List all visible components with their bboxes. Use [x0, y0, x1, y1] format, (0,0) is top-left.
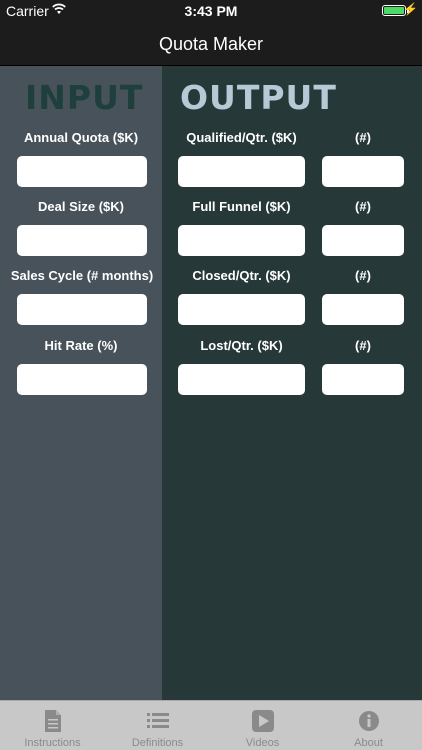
- tab-definitions-label: Definitions: [131, 737, 184, 749]
- sales-cycle-input[interactable]: [17, 294, 147, 325]
- closed-value-field[interactable]: [178, 294, 305, 325]
- closed-count-field[interactable]: [322, 294, 404, 325]
- qualified-count-label: (#): [355, 130, 371, 145]
- list-icon: [147, 713, 169, 728]
- info-icon: [359, 711, 379, 731]
- deal-size-label: Deal Size ($K): [38, 199, 124, 214]
- sales-cycle-label: Sales Cycle (# months): [10, 268, 154, 283]
- closed-count-label: (#): [355, 268, 371, 283]
- nav-bar: Quota Maker: [0, 22, 422, 66]
- page-title: Quota Maker: [158, 34, 264, 54]
- annual-quota-input[interactable]: [17, 156, 147, 187]
- tab-instructions[interactable]: Instructions: [0, 701, 105, 750]
- tab-bar: Instructions Definitions Videos About: [0, 700, 422, 750]
- status-bar: Carrier 3:43 PM ⚡: [0, 0, 422, 22]
- hit-rate-input[interactable]: [17, 364, 147, 395]
- tab-definitions[interactable]: Definitions: [105, 701, 210, 750]
- qualified-count-field[interactable]: [322, 156, 404, 187]
- tab-about-label: About: [354, 737, 383, 749]
- qualified-value-field[interactable]: [178, 156, 305, 187]
- output-heading: OUTPUT: [180, 78, 337, 117]
- lost-count-field[interactable]: [322, 364, 404, 395]
- closed-label: Closed/Qtr. ($K): [192, 268, 291, 283]
- full-funnel-count-field[interactable]: [322, 225, 404, 256]
- lost-label: Lost/Qtr. ($K): [200, 338, 283, 353]
- clock: 3:43 PM: [184, 3, 238, 19]
- full-funnel-label: Full Funnel ($K): [192, 199, 291, 214]
- full-funnel-value-field[interactable]: [178, 225, 305, 256]
- deal-size-input[interactable]: [17, 225, 147, 256]
- lost-value-field[interactable]: [178, 364, 305, 395]
- annual-quota-label: Annual Quota ($K): [23, 130, 139, 145]
- lost-count-label: (#): [355, 338, 371, 353]
- qualified-label: Qualified/Qtr. ($K): [186, 130, 297, 145]
- full-funnel-count-label: (#): [355, 199, 371, 214]
- youtube-icon: [252, 710, 274, 732]
- tab-about[interactable]: About: [315, 701, 422, 750]
- document-icon: [45, 710, 61, 732]
- charging-icon: ⚡: [403, 2, 418, 16]
- tab-instructions-label: Instructions: [24, 737, 81, 749]
- tab-videos[interactable]: Videos: [210, 701, 315, 750]
- tab-videos-label: Videos: [245, 737, 280, 749]
- hit-rate-label: Hit Rate (%): [44, 338, 118, 353]
- input-heading: INPUT: [25, 78, 144, 117]
